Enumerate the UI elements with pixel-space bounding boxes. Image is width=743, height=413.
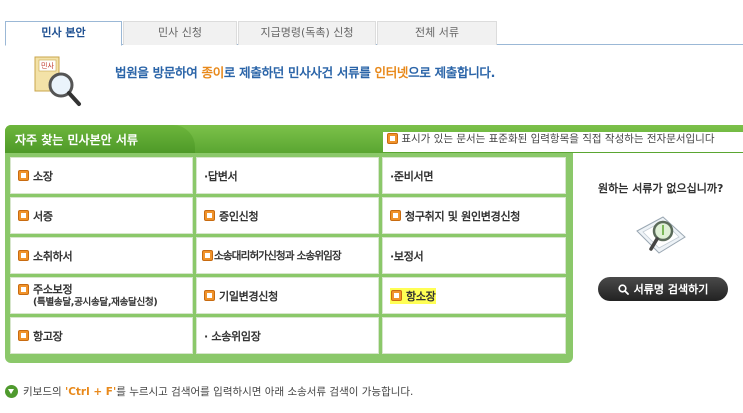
document-search-button[interactable]: 서류명 검색하기: [598, 277, 728, 301]
doc-power-of-attorney[interactable]: · 소송위임장: [196, 317, 379, 354]
doc-litigation-agent-request[interactable]: 소송대리허가신청과 소송위임장: [196, 237, 379, 274]
empty-cell: [382, 317, 566, 354]
doc-complaint-appeal[interactable]: 항고장: [10, 317, 193, 354]
doc-date-change-request[interactable]: 기일변경신청: [196, 277, 379, 314]
electronic-document-icon: [391, 290, 402, 301]
electronic-document-icon: [18, 170, 29, 181]
doc-documentary-evidence[interactable]: 서증: [10, 197, 193, 234]
doc-claim-change-request[interactable]: 청구취지 및 원인변경신청: [382, 197, 566, 234]
doc-witness-request[interactable]: 증인신청: [196, 197, 379, 234]
search-prompt: 원하는 서류가 없으십니까?: [598, 182, 724, 195]
electronic-document-icon: [18, 284, 29, 295]
doc-address-correction[interactable]: 주소보정 (특별송달,공시송달,재송달신청): [10, 277, 193, 314]
tab-all-documents[interactable]: 전체 서류: [377, 21, 497, 45]
electronic-doc-legend: 표시가 있는 문서는 표준화된 입력항목을 직접 작성하는 전자문서입니다: [383, 132, 743, 152]
doc-complaint[interactable]: 소장: [10, 157, 193, 194]
electronic-document-icon: [18, 210, 29, 221]
down-arrow-icon: [5, 385, 18, 398]
electronic-document-icon: [390, 210, 401, 221]
frequent-documents-header: 자주 찾는 민사본안 서류 표시가 있는 문서는 표준화된 입력항목을 직접 작…: [5, 125, 743, 153]
search-panel: 원하는 서류가 없으십니까? 서류명 검색하기: [573, 153, 743, 363]
electronic-document-icon: [204, 210, 215, 221]
tab-bar: 민사 본안 민사 신청 지급명령(독촉) 신청 전체 서류: [5, 21, 743, 46]
electronic-document-icon: [387, 133, 398, 144]
doc-answer[interactable]: ·답변서: [196, 157, 379, 194]
electronic-document-icon: [204, 290, 215, 301]
doc-correction[interactable]: ·보정서: [382, 237, 566, 274]
doc-appeal[interactable]: 항소장: [382, 277, 566, 314]
tab-payment-order[interactable]: 지급명령(독촉) 신청: [238, 21, 376, 45]
document-magnifier-icon: 민사: [34, 56, 81, 106]
keyboard-search-hint: 키보드의 'Ctrl + F'를 누르시고 검색어를 입력하시면 아래 소송서류…: [5, 384, 413, 399]
document-search-icon: [636, 216, 686, 254]
doc-preparatory-brief[interactable]: ·준비서면: [382, 157, 566, 194]
electronic-document-icon: [18, 250, 29, 261]
document-grid: 소장 ·답변서 ·준비서면 서증 증인신청 청구취지 및 원인변경신청 소취하서…: [5, 153, 573, 363]
doc-withdrawal[interactable]: 소취하서: [10, 237, 193, 274]
electronic-document-icon: [18, 330, 29, 341]
banner-headline: 법원을 방문하여 종이로 제출하던 민사사건 서류를 인터넷으로 제출합니다.: [115, 65, 496, 80]
search-icon: [618, 283, 629, 295]
tab-civil-application[interactable]: 민사 신청: [123, 21, 237, 45]
section-title: 자주 찾는 민사본안 서류: [15, 133, 138, 147]
electronic-document-icon: [202, 250, 213, 261]
tab-civil-main[interactable]: 민사 본안: [5, 21, 122, 46]
banner-icon-label: 민사: [41, 61, 54, 70]
